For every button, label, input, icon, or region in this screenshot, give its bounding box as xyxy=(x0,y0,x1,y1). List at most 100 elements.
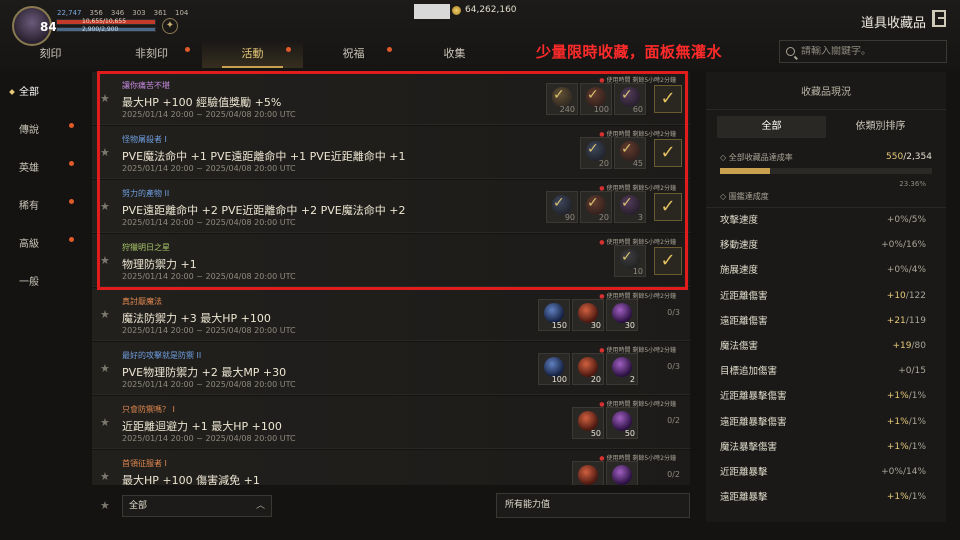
material-slot[interactable]: 150 xyxy=(538,299,570,331)
panel-title: 收藏品現況 xyxy=(706,72,946,110)
stat-max: /1% xyxy=(908,492,926,503)
sidebar-item-all[interactable]: 全部 xyxy=(0,76,84,114)
notification-dot xyxy=(69,237,74,242)
item-effect: PVE遠距離命中 +2 PVE近距離命中 +2 PVE魔法命中 +2 xyxy=(122,204,406,217)
collection-item[interactable]: ★ 真討厭魔法 魔法防禦力 +3 最大HP +100 2025/01/14 20… xyxy=(92,288,690,341)
material-slot[interactable]: 100 xyxy=(538,353,570,385)
sidebar-item-advanced[interactable]: 高級 xyxy=(0,228,84,266)
tab-blessing[interactable]: 祝福 xyxy=(303,40,404,68)
grade-filter-select[interactable]: 全部 ︿ xyxy=(122,495,272,517)
exit-icon[interactable] xyxy=(932,10,946,27)
material-slot[interactable]: ✓ 20 xyxy=(580,191,612,223)
material-slot[interactable]: ✓ 45 xyxy=(614,137,646,169)
stat-row: 魔法暴擊傷害 +1%/1% xyxy=(706,435,946,460)
search-box[interactable] xyxy=(779,40,947,63)
favorite-star-icon[interactable]: ★ xyxy=(100,92,110,105)
total-achievement-value: 550/2,354 xyxy=(886,152,932,163)
favorite-star-icon[interactable]: ★ xyxy=(100,470,110,483)
notification-dot xyxy=(185,47,190,52)
tab-label: 收集 xyxy=(443,47,466,60)
favorite-star-icon[interactable]: ★ xyxy=(100,416,110,429)
search-icon[interactable] xyxy=(786,47,795,56)
stat-row: 施展速度 +0%/4% xyxy=(706,258,946,283)
material-slot[interactable] xyxy=(572,461,604,485)
stat-value: +1%/1% xyxy=(887,410,926,435)
material-slot[interactable]: ✓ 90 xyxy=(546,191,578,223)
material-slot[interactable]: 30 xyxy=(572,299,604,331)
collection-item[interactable]: ★ 努力的產物 II PVE遠距離命中 +2 PVE近距離命中 +2 PVE魔法… xyxy=(92,180,690,233)
tab-event[interactable]: 活動 xyxy=(202,40,303,68)
stat-max: /122 xyxy=(905,290,926,301)
collection-item[interactable]: ★ 怪物屠殺者 I PVE魔法命中 +1 PVE遠距離命中 +1 PVE近距離命… xyxy=(92,126,690,179)
favorite-filter-star-icon[interactable]: ★ xyxy=(100,499,110,512)
player-stat: 361 xyxy=(153,9,167,17)
player-stat: 303 xyxy=(132,9,146,17)
stat-plus: +0% xyxy=(881,240,903,251)
guild-emblem-icon[interactable]: ✦ xyxy=(162,18,178,34)
material-slot[interactable]: 50 xyxy=(572,407,604,439)
collection-status-panel: 收藏品現況 全部 依類別排序 ◇ 全部收藏品達成率 550/2,354 23.3… xyxy=(706,72,946,522)
collection-list[interactable]: ★ 讓你痛苦不堪 最大HP +100 經驗值獎勵 +5% 2025/01/14 … xyxy=(92,72,690,485)
favorite-star-icon[interactable]: ★ xyxy=(100,254,110,267)
material-slot[interactable]: ✓ 240 xyxy=(546,83,578,115)
material-slot[interactable]: 2 xyxy=(606,353,638,385)
favorite-star-icon[interactable]: ★ xyxy=(100,200,110,213)
panel-tab-all[interactable]: 全部 xyxy=(717,116,826,138)
item-progress: 0/3 xyxy=(667,362,680,371)
material-icon xyxy=(612,411,632,431)
material-slot[interactable]: ✓ 60 xyxy=(614,83,646,115)
collection-item[interactable]: ★ 狩獵明日之星 物理防禦力 +1 2025/01/14 20:00 ~ 202… xyxy=(92,234,690,287)
material-slot[interactable]: ✓ 3 xyxy=(614,191,646,223)
stat-plus: +0% xyxy=(886,215,909,225)
stat-row: 魔法傷害 +19/80 xyxy=(706,334,946,359)
tab-collect[interactable]: 收集 xyxy=(404,40,505,68)
item-set-name: 最好的攻擊就是防禦 II xyxy=(122,351,202,360)
item-set-name: 努力的產物 II xyxy=(122,189,170,198)
sidebar-item-rare[interactable]: 稀有 xyxy=(0,190,84,228)
tab-non-engraved[interactable]: 非刻印 xyxy=(101,40,202,68)
sidebar-item-common[interactable]: 一般 xyxy=(0,266,84,304)
stat-max: /16% xyxy=(902,240,926,251)
collection-item[interactable]: ★ 首領征服者 I 最大HP +100 傷害減免 +1 使用時間 剩餘5小時2分… xyxy=(92,450,690,485)
material-slot[interactable]: ✓ 10 xyxy=(614,245,646,277)
checkmark-icon: ✓ xyxy=(621,195,633,211)
sidebar-item-legendary[interactable]: 傳說 xyxy=(0,114,84,152)
total-label-text: 全部收藏品達成率 xyxy=(728,153,793,162)
favorite-star-icon[interactable]: ★ xyxy=(100,308,110,321)
material-slots: 50 50 xyxy=(572,407,638,439)
sidebar-item-heroic[interactable]: 英雄 xyxy=(0,152,84,190)
completed-check-icon: ✓ xyxy=(654,247,682,275)
stat-row: 近距離暴擊傷害 +1%/1% xyxy=(706,384,946,409)
stat-plus: +0% xyxy=(881,466,903,477)
panel-tab-by-category[interactable]: 依類別排序 xyxy=(826,116,935,138)
material-slot[interactable]: 30 xyxy=(606,299,638,331)
material-icon xyxy=(544,357,564,377)
stat-filter-select[interactable]: 所有能力值 xyxy=(496,493,690,518)
collection-item[interactable]: ★ 最好的攻擊就是防禦 II PVE物理防禦力 +2 最大MP +30 2025… xyxy=(92,342,690,395)
material-slot[interactable]: 20 xyxy=(572,353,604,385)
stat-list[interactable]: 攻擊速度 +0%/5% 移動速度 +0%/16% 施展速度 +0%/4% 近距離傷害 … xyxy=(706,208,946,510)
material-slot[interactable]: 50 xyxy=(606,407,638,439)
stat-value: +1%/1% xyxy=(887,435,926,460)
favorite-star-icon[interactable]: ★ xyxy=(100,362,110,375)
collection-item[interactable]: ★ 只會防禦嗎？ I 近距離迴避力 +1 最大HP +100 2025/01/1… xyxy=(92,396,690,449)
search-input[interactable] xyxy=(801,46,941,57)
favorite-star-icon[interactable]: ★ xyxy=(100,146,110,159)
bottom-filter-bar: ★ 全部 ︿ 所有能力值 xyxy=(92,493,690,519)
material-icon xyxy=(612,357,632,377)
collection-item[interactable]: ★ 讓你痛苦不堪 最大HP +100 經驗值獎勵 +5% 2025/01/14 … xyxy=(92,72,690,125)
completed-check-icon: ✓ xyxy=(654,193,682,221)
material-count: 100 xyxy=(551,375,567,384)
tab-engraved[interactable]: 刻印 xyxy=(0,40,101,68)
material-slot[interactable] xyxy=(606,461,638,485)
item-effect: 近距離迴避力 +1 最大HP +100 xyxy=(122,420,282,433)
checkmark-icon: ✓ xyxy=(621,87,633,103)
material-slots: ✓ 10 xyxy=(614,245,646,277)
material-slots: ✓ 240 ✓ 100 ✓ 60 xyxy=(546,83,646,115)
material-slot[interactable]: ✓ 100 xyxy=(580,83,612,115)
material-count: 30 xyxy=(624,321,635,330)
chevron-up-icon: ︿ xyxy=(255,501,265,511)
material-slot[interactable]: ✓ 20 xyxy=(580,137,612,169)
mp-text: 2,900/2,900 xyxy=(82,26,119,33)
material-count: 60 xyxy=(632,105,643,114)
